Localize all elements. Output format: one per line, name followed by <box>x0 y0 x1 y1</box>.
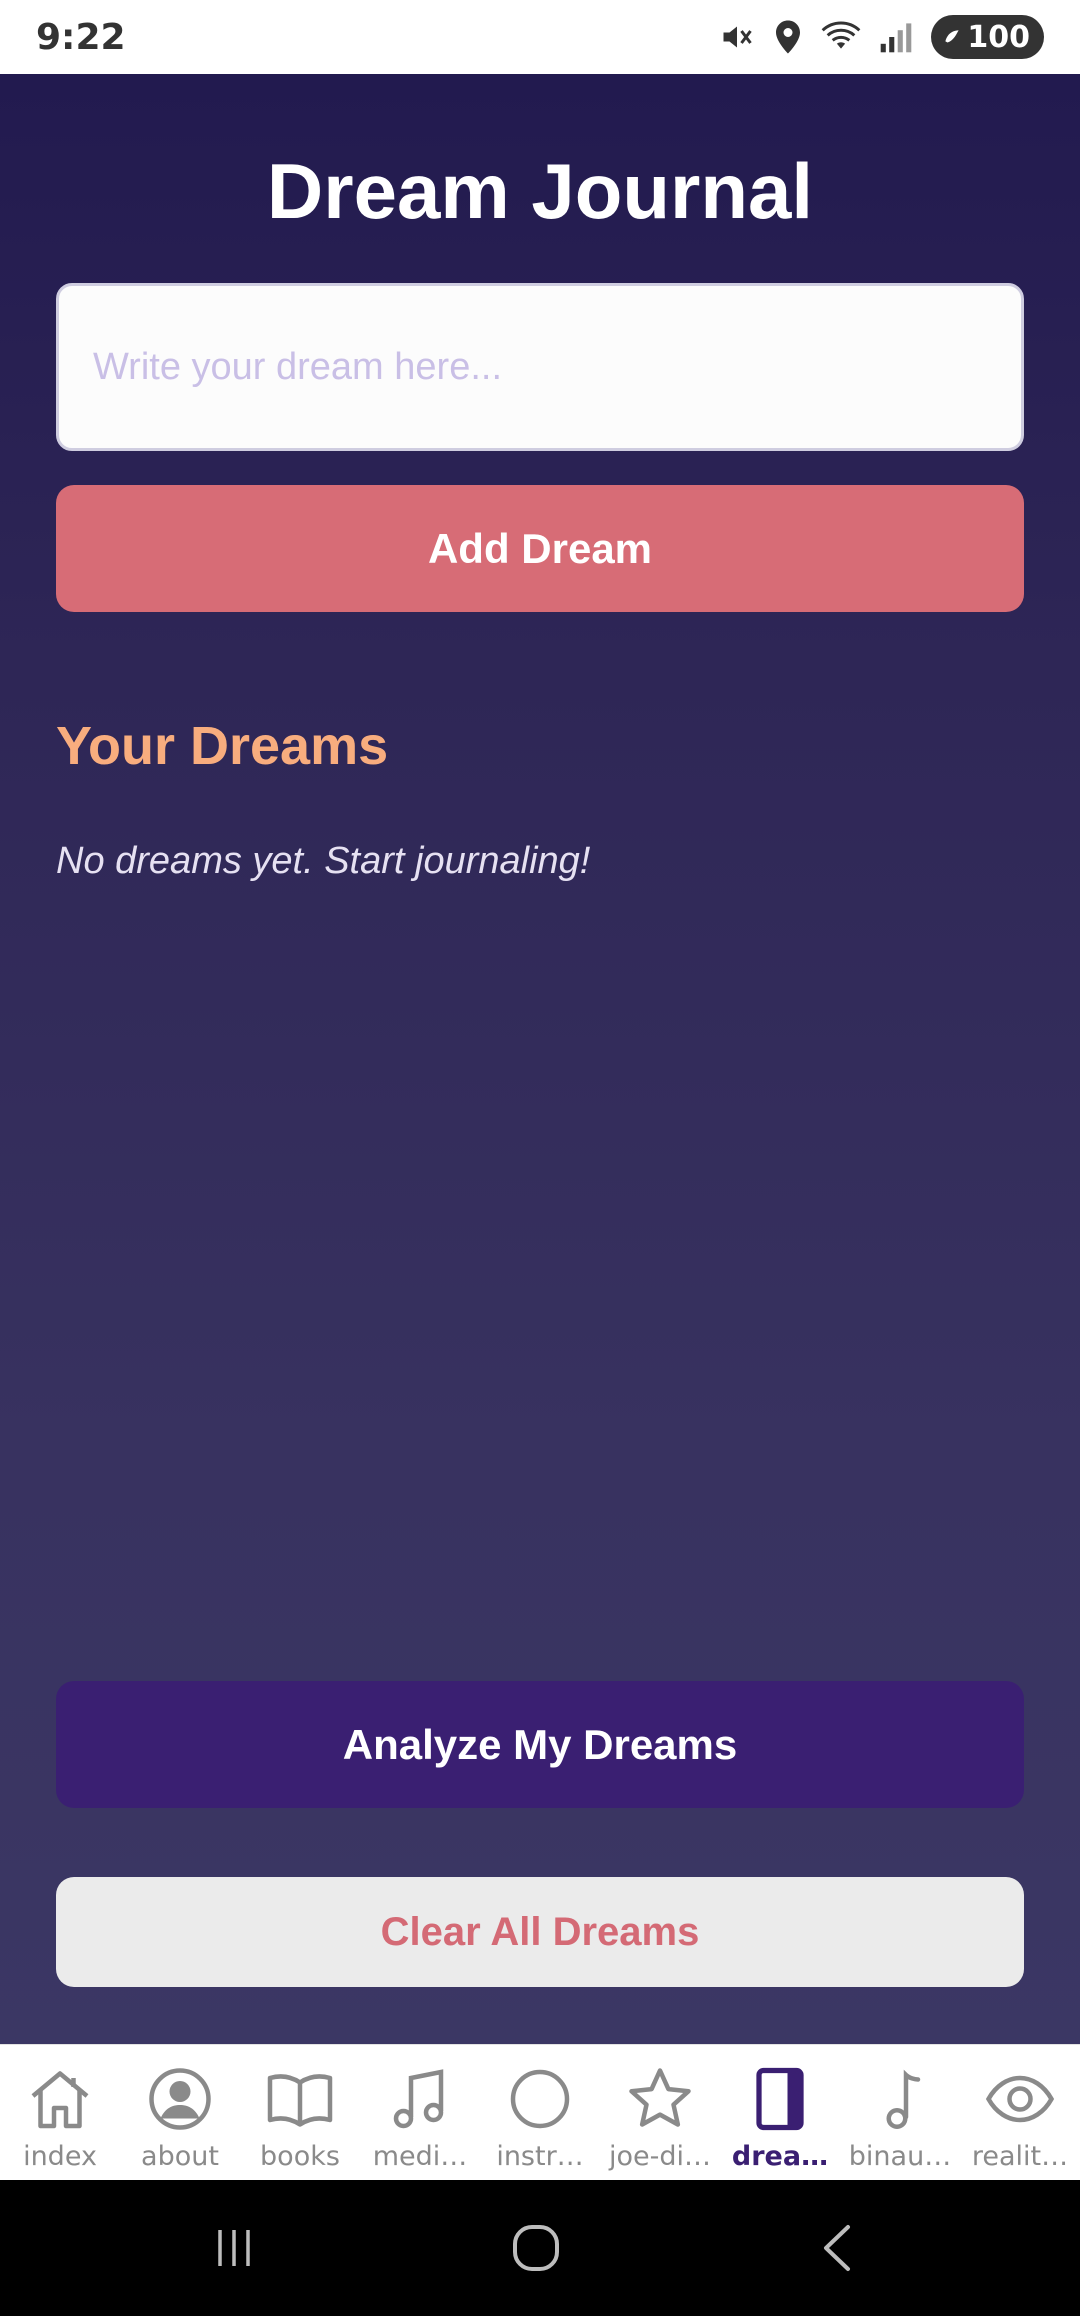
home-button[interactable] <box>456 2180 616 2316</box>
status-icons: 100 <box>719 15 1044 59</box>
tab-about[interactable]: about <box>120 2045 240 2180</box>
battery-level: 100 <box>967 19 1030 55</box>
circle-icon <box>510 2069 570 2129</box>
home-circle-icon <box>513 2225 559 2271</box>
location-icon <box>776 20 801 54</box>
status-time: 9:22 <box>36 16 126 58</box>
tab-label: medi… <box>372 2141 468 2172</box>
user-circle-icon <box>149 2068 211 2130</box>
dream-input[interactable] <box>56 283 1024 451</box>
recent-apps-button[interactable] <box>154 2180 314 2316</box>
tab-reality[interactable]: realit… <box>960 2045 1080 2180</box>
back-chevron-icon <box>824 2225 850 2271</box>
recent-apps-icon <box>218 2230 250 2266</box>
tab-joe-dispenza[interactable]: joe-di… <box>600 2045 720 2180</box>
back-button[interactable] <box>758 2180 918 2316</box>
book-icon <box>267 2074 333 2127</box>
tab-label: books <box>260 2141 340 2172</box>
status-bar: 9:22 100 <box>0 0 1080 74</box>
tab-label: joe-di… <box>608 2141 711 2172</box>
tab-label: binau… <box>848 2141 952 2172</box>
tab-label: index <box>23 2141 97 2172</box>
bottom-tab-bar: index about books medi… instr… joe-di… d… <box>0 2044 1080 2180</box>
system-navigation-bar <box>0 2180 1080 2316</box>
single-note-icon <box>886 2069 921 2129</box>
music-note-icon <box>393 2069 444 2129</box>
tab-meditation[interactable]: medi… <box>360 2045 480 2180</box>
tab-label: realit… <box>971 2141 1069 2172</box>
wifi-icon <box>822 21 861 49</box>
tab-label: about <box>141 2141 219 2172</box>
tab-binaural[interactable]: binau… <box>840 2045 960 2180</box>
battery-indicator: 100 <box>931 15 1044 59</box>
analyze-dreams-button[interactable]: Analyze My Dreams <box>56 1681 1024 1808</box>
tab-instructions[interactable]: instr… <box>480 2045 600 2180</box>
page-title: Dream Journal <box>266 147 814 235</box>
app-content: Dream Journal Add Dream Your Dreams No d… <box>0 74 1080 2044</box>
tab-books[interactable]: books <box>240 2045 360 2180</box>
home-icon <box>31 2071 89 2129</box>
signal-icon <box>881 23 912 53</box>
charging-icon <box>945 30 959 43</box>
dreams-section-title: Your Dreams <box>56 716 389 776</box>
eye-icon <box>985 2075 1055 2123</box>
add-dream-button[interactable]: Add Dream <box>56 485 1024 612</box>
tab-dream-journal[interactable]: drea… <box>720 2045 840 2180</box>
tab-label: instr… <box>496 2141 584 2172</box>
mute-icon <box>723 26 753 48</box>
tab-index[interactable]: index <box>0 2045 120 2180</box>
journal-icon <box>756 2067 804 2131</box>
tab-label: drea… <box>731 2141 829 2172</box>
star-icon <box>629 2068 691 2127</box>
clear-all-dreams-button[interactable]: Clear All Dreams <box>56 1877 1024 1987</box>
empty-dreams-message: No dreams yet. Start journaling! <box>56 840 591 882</box>
